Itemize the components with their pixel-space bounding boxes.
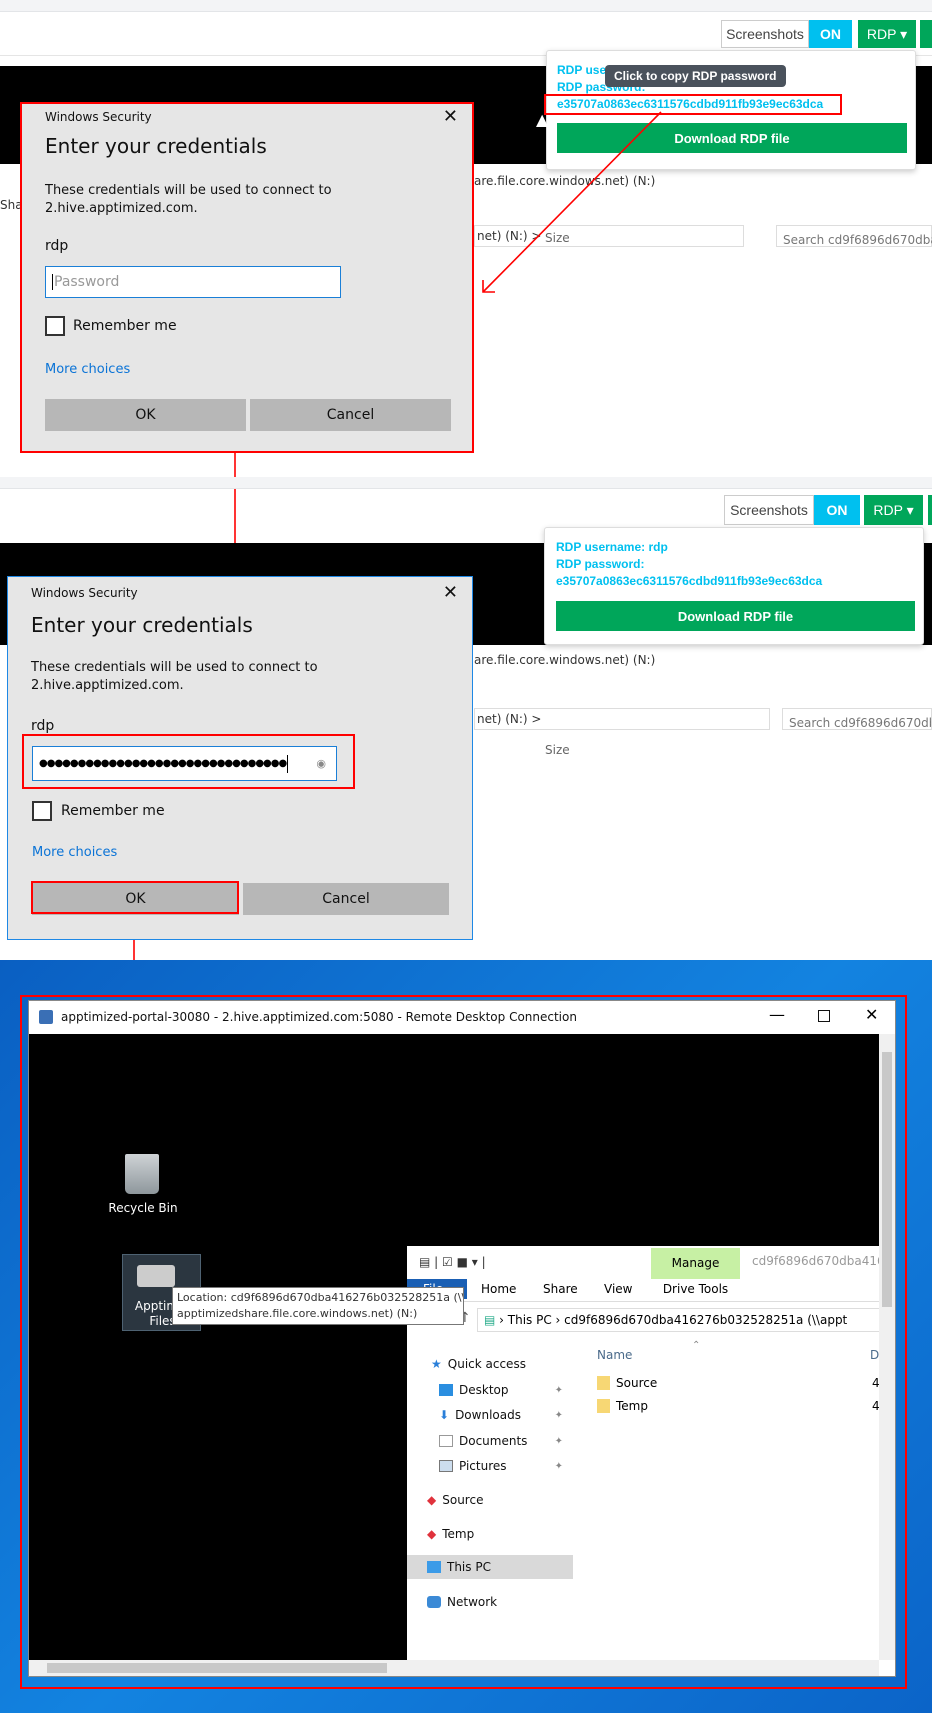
tab-view[interactable]: View	[604, 1282, 632, 1296]
explorer-address-bar-2[interactable]: net) (N:) >	[474, 708, 770, 730]
nav-pictures[interactable]: Pictures ✦	[407, 1454, 573, 1478]
rdp-password-label-2: RDP password:	[556, 557, 645, 571]
browser-top-strip-2	[0, 477, 932, 489]
network-drive-icon	[137, 1265, 175, 1287]
maximize-icon[interactable]	[818, 1010, 830, 1022]
explorer-search-input-2[interactable]: Search cd9f6896d670dba416	[782, 708, 932, 730]
folder-icon	[597, 1376, 610, 1390]
rdp-title-bar: apptimized-portal-30080 - 2.hive.apptimi…	[29, 1001, 895, 1034]
tooltip-line2: apptimizedshare.file.core.windows.net) (…	[177, 1307, 418, 1320]
remember-me-checkbox-2[interactable]	[32, 801, 52, 821]
column-header-name[interactable]: Name	[597, 1348, 632, 1362]
dialog-body-line1-2: These credentials will be used to connec…	[31, 660, 318, 675]
recycle-bin-icon[interactable]	[125, 1154, 159, 1194]
more-choices-link-2[interactable]: More choices	[32, 845, 117, 860]
tab-home[interactable]: Home	[481, 1282, 516, 1296]
nav-quick-access[interactable]: ★ Quick access	[407, 1352, 573, 1376]
manage-label: Manage	[671, 1256, 720, 1270]
file-explorer-window: ▤ | ☑ ■ ▾ | Manage Drive Tools cd9f6896d…	[407, 1246, 879, 1660]
nav-source[interactable]: ◆ Source	[407, 1488, 573, 1512]
explorer-window-title: cd9f6896d670dba4162	[752, 1254, 879, 1268]
nav-network[interactable]: Network	[407, 1590, 573, 1614]
navigation-pane: ★ Quick access Desktop ✦ ⬇ Downloads ✦ Docum…	[407, 1342, 573, 1660]
tooltip-line1: Location: cd9f6896d670dba416276b03252825…	[177, 1291, 464, 1304]
dialog-username-2: rdp	[31, 718, 55, 734]
minimize-icon[interactable]: —	[769, 1005, 785, 1024]
remote-desktop-canvas[interactable]: Recycle Bin Apptim… Files Location: cd9f…	[29, 1034, 879, 1660]
remember-me-label-2: Remember me	[61, 803, 165, 819]
dialog-body-line2-2: 2.hive.apptimized.com.	[31, 678, 184, 693]
close-icon-2[interactable]: ✕	[443, 582, 458, 603]
rdp-window-title: apptimized-portal-30080 - 2.hive.apptimi…	[61, 1010, 577, 1024]
file-row-source[interactable]: Source	[597, 1376, 657, 1390]
screenshots-on-toggle-2[interactable]: ON	[814, 495, 860, 525]
recycle-bin-label[interactable]: Recycle Bin	[107, 1201, 179, 1215]
file-date-temp: 4	[872, 1399, 879, 1413]
breadcrumb-drive[interactable]: cd9f6896d670dba416276b032528251a (\\appt	[564, 1313, 847, 1327]
rdp-dropdown-button-2[interactable]: RDP ▾	[864, 495, 923, 525]
dialog-heading-2: Enter your credentials	[31, 613, 253, 637]
search-placeholder-2: Search cd9f6896d670dba416	[789, 716, 931, 730]
rdp-credentials-popup-2: RDP username: rdp RDP password: e35707a0…	[544, 527, 924, 645]
screenshots-button-2[interactable]: Screenshots	[724, 495, 814, 525]
vertical-scroll-thumb[interactable]	[882, 1052, 892, 1307]
nav-documents[interactable]: Documents ✦	[407, 1429, 573, 1453]
folder-icon	[597, 1399, 610, 1413]
annotation-highlight-ok	[31, 881, 239, 914]
cancel-button-2[interactable]: Cancel	[243, 883, 449, 915]
address-fragment-2: net) (N:) >	[477, 712, 542, 726]
annotation-highlight-password-input	[22, 734, 355, 789]
tab-drive-tools[interactable]: Drive Tools	[651, 1279, 740, 1299]
extra-button-2[interactable]	[928, 495, 932, 525]
drive-icon: ▤	[484, 1313, 496, 1327]
nav-desktop[interactable]: Desktop ✦	[407, 1378, 573, 1402]
download-rdp-file-button-2[interactable]: Download RDP file	[556, 601, 915, 631]
column-header-date[interactable]: D	[870, 1348, 879, 1362]
horizontal-scrollbar[interactable]	[29, 1660, 879, 1676]
tab-share[interactable]: Share	[543, 1282, 578, 1296]
rdp-password-value-2[interactable]: e35707a0863ec6311576cdbd911fb93e9ec63dca	[556, 574, 822, 588]
horizontal-scroll-thumb[interactable]	[47, 1663, 387, 1673]
rdp-username-label-2: RDP username: rdp	[556, 540, 668, 554]
ribbon-divider	[407, 1301, 879, 1302]
nav-downloads[interactable]: ⬇ Downloads ✦	[407, 1403, 573, 1427]
quick-access-toolbar[interactable]: ▤ | ☑ ■ ▾ |	[419, 1255, 486, 1269]
nav-temp[interactable]: ◆ Temp	[407, 1522, 573, 1546]
rdp-app-icon	[39, 1010, 53, 1024]
explorer-address-bar-rdp[interactable]: ▤ › This PC › cd9f6896d670dba416276b0325…	[477, 1308, 879, 1332]
dialog-title-2: Windows Security	[31, 586, 138, 600]
shortcut-location-tooltip: Location: cd9f6896d670dba416276b03252825…	[172, 1287, 464, 1325]
remote-desktop-window: apptimized-portal-30080 - 2.hive.apptimi…	[28, 1000, 896, 1677]
explorer-title-fragment-2: are.file.core.windows.net) (N:)	[474, 653, 656, 667]
size-column-header-2: Size	[545, 743, 570, 757]
arrow-password-to-input-1	[482, 111, 662, 293]
file-date-source: 4	[872, 1376, 879, 1390]
breadcrumb-this-pc[interactable]: This PC	[508, 1313, 552, 1327]
close-icon-rdp[interactable]: ✕	[865, 1005, 878, 1024]
sort-chevron-icon: ⌃	[692, 1340, 701, 1351]
file-row-temp[interactable]: Temp	[597, 1399, 648, 1413]
nav-this-pc[interactable]: This PC	[407, 1555, 573, 1579]
vertical-scrollbar[interactable]	[879, 1034, 895, 1660]
